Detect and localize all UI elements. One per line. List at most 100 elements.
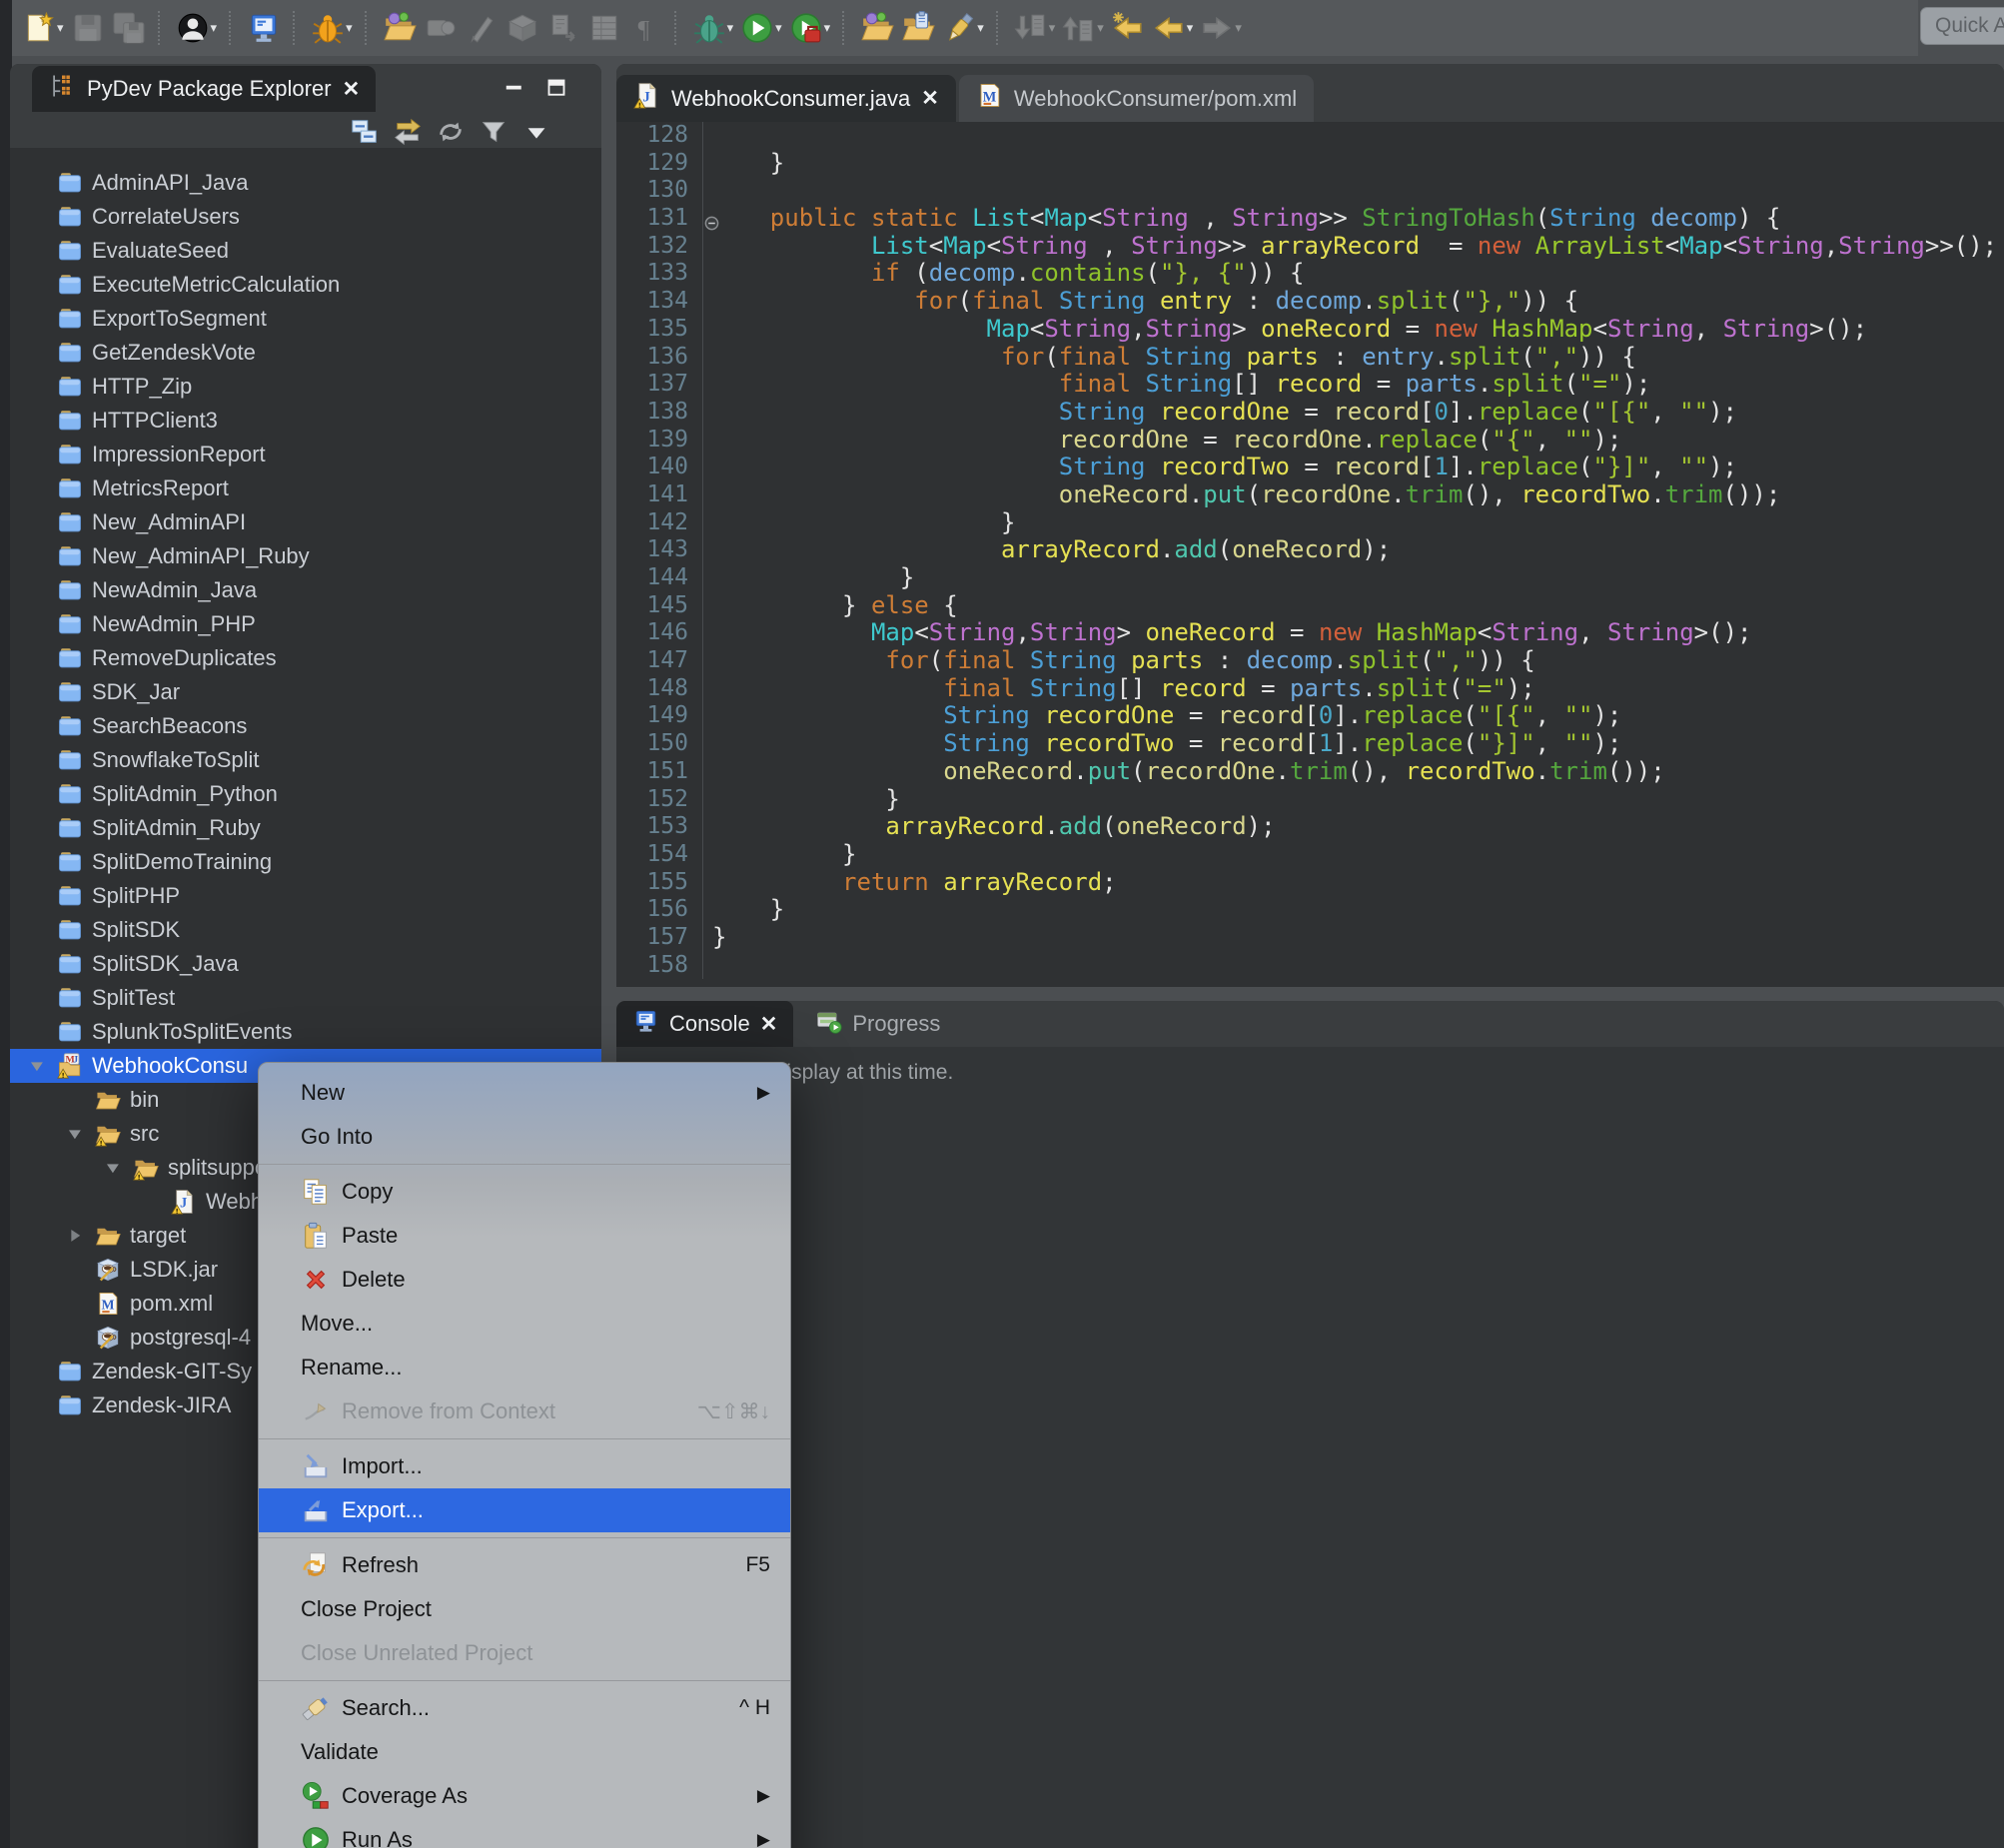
tree-item-metricsreport[interactable]: MetricsReport <box>10 471 601 505</box>
toolbar-separator <box>996 11 1002 45</box>
line-number: 135 <box>616 316 703 344</box>
code-line-136: 136 for(final String parts : entry.split… <box>616 344 2004 372</box>
tree-item-removeduplicates[interactable]: RemoveDuplicates <box>10 641 601 675</box>
menu-item-close-project[interactable]: Close Project <box>259 1587 790 1631</box>
menu-item-move[interactable]: Move... <box>259 1302 790 1346</box>
tree-item-splittest[interactable]: SplitTest <box>10 981 601 1015</box>
close-icon[interactable]: ✕ <box>343 77 361 102</box>
menu-item-go-into[interactable]: Go Into <box>259 1115 790 1159</box>
menu-item-copy[interactable]: Copy <box>259 1170 790 1214</box>
line-number: 134 <box>616 288 703 316</box>
menu-item-rename[interactable]: Rename... <box>259 1346 790 1389</box>
tree-item-searchbeacons[interactable]: SearchBeacons <box>10 709 601 743</box>
tab-pydev-package-explorer[interactable]: PyDev Package Explorer ✕ <box>32 66 376 112</box>
tree-item-splitsdk-java[interactable]: SplitSDK_Java <box>10 947 601 981</box>
quick-access-input[interactable]: Quick A <box>1920 7 2004 45</box>
chevron-down-icon: ▾ <box>1097 20 1104 36</box>
tree-item-newadmin-java[interactable]: NewAdmin_Java <box>10 573 601 607</box>
code-line-135: 135 Map<String,String> oneRecord = new H… <box>616 316 2004 344</box>
tree-item-splitadmin-python[interactable]: SplitAdmin_Python <box>10 777 601 811</box>
chevron-down-icon[interactable] <box>66 1117 85 1151</box>
menu-item-search[interactable]: Search...^ H <box>259 1686 790 1730</box>
tree-item-impressionreport[interactable]: ImpressionReport <box>10 438 601 471</box>
code-line-128: 128 <box>616 122 2004 150</box>
menu-item-run-as[interactable]: Run As▶ <box>259 1818 790 1848</box>
new-wizard-button[interactable]: ▾ <box>20 6 66 50</box>
collapse-all-icon[interactable] <box>348 110 382 154</box>
chevron-down-icon[interactable] <box>104 1151 123 1185</box>
menu-item-import[interactable]: Import... <box>259 1444 790 1488</box>
code-text: oneRecord.put(recordOne.trim(), recordTw… <box>703 481 1780 509</box>
tree-item-evaluateseed[interactable]: EvaluateSeed <box>10 234 601 268</box>
folder-clipboard-button[interactable] <box>899 6 937 50</box>
tree-item-sdk-jar[interactable]: SDK_Jar <box>10 675 601 709</box>
menu-item-paste[interactable]: Paste <box>259 1214 790 1258</box>
user-profile-button[interactable]: ▾ <box>174 6 220 50</box>
tree-item-adminapi-java[interactable]: AdminAPI_Java <box>10 166 601 200</box>
tree-item-splitsdk[interactable]: SplitSDK <box>10 913 601 947</box>
minimize-button[interactable] <box>501 76 527 100</box>
tree-item-splitadmin-ruby[interactable]: SplitAdmin_Ruby <box>10 811 601 845</box>
menu-item-refresh[interactable]: RefreshF5 <box>259 1543 790 1587</box>
close-icon[interactable]: ✕ <box>760 1012 778 1037</box>
close-icon[interactable]: ✕ <box>921 86 939 111</box>
console-tab-progress[interactable]: Progress <box>793 1001 956 1047</box>
menu-item-coverage-as[interactable]: Coverage As▶ <box>259 1774 790 1818</box>
menu-item-export[interactable]: Export... <box>259 1488 790 1532</box>
code-editor[interactable]: 128129 }130131 public static List<Map<St… <box>616 122 2004 987</box>
tree-item-newadmin-php[interactable]: NewAdmin_PHP <box>10 607 601 641</box>
coverage-bug-button[interactable]: ▾ <box>690 6 736 50</box>
console-tab-console[interactable]: Console✕ <box>616 1001 793 1047</box>
package-explorer-header: PyDev Package Explorer ✕ <box>10 64 601 148</box>
project-closed-icon <box>56 981 84 1015</box>
chevron-right-icon[interactable] <box>66 1219 85 1253</box>
tree-item-splitdemotraining[interactable]: SplitDemoTraining <box>10 845 601 879</box>
menu-item-label: Search... <box>342 1695 430 1721</box>
back-button[interactable]: ▾ <box>1150 6 1196 50</box>
tree-item-splunktosplitevents[interactable]: SplunkToSplitEvents <box>10 1015 601 1049</box>
project-closed-icon <box>56 234 84 268</box>
chevron-down-icon[interactable] <box>28 1049 47 1083</box>
editor-tab-webhookconsumer-java[interactable]: JWebhookConsumer.java✕ <box>616 75 956 122</box>
code-text: } else { <box>703 592 958 620</box>
tree-item-httpclient3[interactable]: HTTPClient3 <box>10 404 601 438</box>
link-editor-icon[interactable] <box>391 110 425 154</box>
menu-item-delete[interactable]: Delete <box>259 1258 790 1302</box>
menu-item-new[interactable]: New▶ <box>259 1071 790 1115</box>
menu-item-label: Export... <box>342 1497 424 1523</box>
debug-bug-button[interactable]: ▾ <box>309 6 355 50</box>
run-button[interactable]: ▾ <box>738 6 784 50</box>
code-line-131: 131 public static List<Map<String , Stri… <box>616 205 2004 233</box>
tree-item-exporttosegment[interactable]: ExportToSegment <box>10 302 601 336</box>
open-type-folder-button[interactable] <box>858 6 896 50</box>
tree-item-splitphp[interactable]: SplitPHP <box>10 879 601 913</box>
tree-item-label: GetZendeskVote <box>92 336 256 370</box>
run-external-button[interactable]: ▾ <box>787 6 833 50</box>
pydev-console-button[interactable] <box>245 6 283 50</box>
console-tab-label: Progress <box>852 1011 940 1037</box>
tree-item-getzendeskvote[interactable]: GetZendeskVote <box>10 336 601 370</box>
marker-pen-button[interactable]: ▾ <box>940 6 986 50</box>
tree-item-snowflaketosplit[interactable]: SnowflakeToSplit <box>10 743 601 777</box>
sync-icon[interactable] <box>434 110 468 154</box>
open-folder-balloons-button[interactable] <box>381 6 419 50</box>
editor-tab-webhookconsumer-pom-xml[interactable]: MWebhookConsumer/pom.xml <box>959 75 1314 122</box>
menu-item-validate[interactable]: Validate <box>259 1730 790 1774</box>
tree-item-correlateusers[interactable]: CorrelateUsers <box>10 200 601 234</box>
maximize-button[interactable] <box>543 76 569 100</box>
view-menu-icon[interactable] <box>519 110 553 154</box>
tree-item-new-adminapi-ruby[interactable]: New_AdminAPI_Ruby <box>10 539 601 573</box>
code-line-148: 148 final String[] record = parts.split(… <box>616 675 2004 703</box>
tree-item-new-adminapi[interactable]: New_AdminAPI <box>10 505 601 539</box>
code-line-149: 149 String recordOne = record[0].replace… <box>616 702 2004 730</box>
last-edit-location-button[interactable] <box>1109 6 1147 50</box>
prev-annotation-button: ▾ <box>1060 6 1106 50</box>
code-line-156: 156 } <box>616 896 2004 924</box>
tree-item-http-zip[interactable]: HTTP_Zip <box>10 370 601 404</box>
fold-marker-icon[interactable] <box>704 211 719 226</box>
chevron-down-icon: ▾ <box>1235 20 1242 36</box>
tree-item-executemetriccalculation[interactable]: ExecuteMetricCalculation <box>10 268 601 302</box>
filter-icon[interactable] <box>477 110 510 154</box>
tree-item-label: WebhookConsu <box>92 1049 248 1083</box>
editor-tab-bar: JWebhookConsumer.java✕MWebhookConsumer/p… <box>616 64 2004 122</box>
